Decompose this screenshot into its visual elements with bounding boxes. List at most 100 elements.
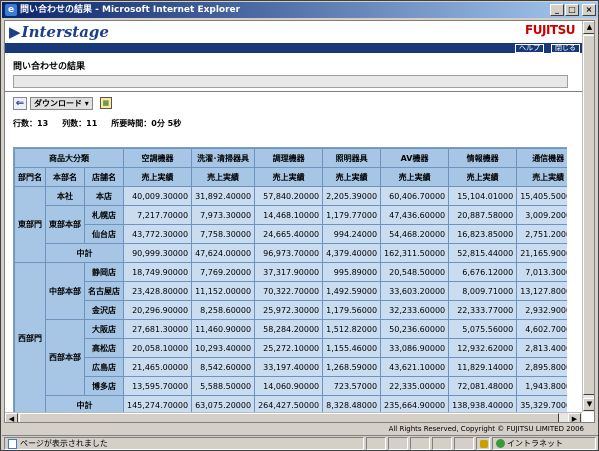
value-cell: 20,296.90000	[122, 300, 193, 320]
table-row[interactable]: 東部本部 札幌店 7,217.70000 7,973.30000 14,468.1000…	[15, 205, 567, 244]
table-row[interactable]: 西部門 中部本部 静岡店 18,749.90000 7,769.20000 37,317.…	[14, 262, 567, 413]
table-row[interactable]: 東部門 本社 本店 40,009.30000 31,892.40000 57,840.20…	[14, 186, 567, 263]
ie-icon: e	[5, 4, 17, 16]
minimize-button[interactable]: _	[550, 4, 564, 16]
column-header: 照明器具	[322, 148, 382, 168]
value-cell: 7,973.30000	[191, 205, 256, 225]
scroll-right-icon[interactable]: ▶	[568, 413, 581, 422]
fujitsu-logo: FUJITSU	[525, 23, 575, 37]
copyright-text: All Rights Reserved, Copyright © FUJITSU…	[388, 425, 584, 433]
value-cell: 13,595.70000	[122, 376, 193, 396]
value-cell: 57,840.20000	[254, 186, 324, 206]
page-content: ▶Interstage FUJITSU ヘルプ 閉じる 問い合わせの結果 ⇐ ダ…	[4, 20, 595, 423]
value-cell: 162,311.50000	[380, 243, 450, 263]
close-button[interactable]: 閉じる	[551, 44, 580, 53]
value-cell: 8,328.48000	[322, 395, 382, 413]
download-dropdown[interactable]: ダウンロード ▾	[30, 96, 93, 110]
window-controls: _ □ ×	[550, 4, 596, 16]
scroll-down-icon[interactable]: ▼	[583, 398, 594, 411]
close-window-button[interactable]: ×	[582, 4, 596, 16]
browser-window: e 問い合わせの結果 - Microsoft Internet Explorer…	[0, 0, 599, 451]
value-cell: 13,127.80000	[516, 281, 567, 301]
maximize-button[interactable]: □	[565, 4, 579, 16]
status-message: ページが表示されました	[20, 439, 108, 448]
value-cell: 43,772.30000	[122, 224, 193, 244]
store-cell: 高松店	[84, 338, 124, 358]
value-cell: 21,465.00000	[122, 357, 193, 377]
value-cell: 37,317.90000	[254, 262, 324, 282]
scroll-left-icon[interactable]: ◀	[5, 413, 18, 422]
status-bar: ページが表示されました イントラネット	[2, 435, 598, 450]
store-cell: 大阪店	[84, 319, 124, 339]
value-cell: 40,009.30000	[122, 186, 193, 206]
value-cell: 21,165.90000	[516, 243, 567, 263]
value-cell: 7,217.70000	[122, 205, 193, 225]
table-row[interactable]: 仙台店 43,772.30000 7,758.30000 24,665.40000 99…	[15, 224, 567, 244]
value-cell: 32,233.60000	[380, 300, 450, 320]
table-row[interactable]: 博多店 13,595.70000 5,588.50000 14,060.90000 72…	[15, 376, 567, 396]
result-toolbar: ⇐ ダウンロード ▾ ▦	[13, 96, 112, 110]
dept-cell: 東部門	[14, 186, 46, 263]
vertical-scroll-thumb[interactable]	[583, 35, 594, 395]
value-cell: 31,892.40000	[191, 186, 256, 206]
value-cell: 1,492.59000	[322, 281, 382, 301]
hq-cell: 東部本部	[45, 205, 85, 244]
table-row[interactable]: 西部本部 大阪店 27,681.30000 11,460.90000 58,284.20…	[15, 319, 567, 396]
help-button[interactable]: ヘルプ	[515, 44, 544, 53]
value-cell: 145,274.70000	[122, 395, 193, 413]
scroll-up-icon[interactable]: ▲	[583, 21, 594, 34]
table-row[interactable]: 中計 90,999.30000 47,624.00000 96,973.70000 4,…	[15, 243, 567, 263]
value-cell: 72,081.48000	[448, 376, 518, 396]
value-cell: 33,197.40000	[254, 357, 324, 377]
vertical-scrollbar[interactable]: ▲ ▼	[582, 21, 594, 412]
elapsed-time: 所要時間：0分 5秒	[111, 119, 182, 128]
intranet-icon	[496, 439, 505, 448]
value-cell: 1,268.59000	[322, 357, 382, 377]
table-row[interactable]: 広島店 21,465.00000 8,542.60000 33,197.40000 1,…	[15, 357, 567, 377]
value-cell: 1,943.80000	[516, 376, 567, 396]
table-row[interactable]: 金沢店 20,296.90000 8,258.60000 25,972.30000 1,…	[15, 300, 567, 320]
value-cell: 138,938.40000	[448, 395, 518, 413]
value-cell: 14,060.90000	[254, 376, 324, 396]
value-cell: 7,758.30000	[191, 224, 256, 244]
hq-cell: 西部本部	[45, 319, 85, 396]
measure-header: 売上実績	[322, 167, 382, 187]
value-cell: 11,152.00000	[191, 281, 256, 301]
hq-cell: 中部本部	[45, 262, 85, 320]
spreadsheet-icon[interactable]: ▦	[99, 97, 112, 109]
table-row[interactable]: 中計 145,274.70000 63,075.20000 264,427.50000…	[15, 395, 567, 413]
store-cell: 仙台店	[84, 224, 124, 244]
value-cell: 22,333.77000	[448, 300, 518, 320]
value-cell: 27,681.30000	[122, 319, 193, 339]
interstage-logo-mark-icon: ▶	[9, 23, 21, 41]
value-cell: 22,335.00000	[380, 376, 450, 396]
progress-bar	[13, 75, 568, 88]
subtotal-label: 中計	[45, 243, 124, 263]
status-pane-5	[454, 437, 474, 450]
hq-cell: 本社	[45, 186, 85, 206]
column-count: 列数：11	[62, 119, 98, 128]
value-cell: 60,406.70000	[380, 186, 450, 206]
column-header: 調理機器	[254, 148, 324, 168]
value-cell: 4,602.70000	[516, 319, 567, 339]
store-cell: 本店	[84, 186, 124, 206]
horizontal-scrollbar[interactable]: ◀ ▶	[5, 412, 582, 422]
row-dimension-header: 店舗名	[84, 167, 124, 187]
value-cell: 47,624.00000	[191, 243, 256, 263]
row-count: 行数：13	[13, 119, 49, 128]
back-icon[interactable]: ⇐	[13, 96, 27, 110]
value-cell: 33,086.90000	[380, 338, 450, 358]
value-cell: 5,588.50000	[191, 376, 256, 396]
value-cell: 33,603.20000	[380, 281, 450, 301]
column-header: 通信機器	[516, 148, 567, 168]
horizontal-scroll-thumb[interactable]	[19, 413, 559, 422]
column-header: AV機器	[380, 148, 450, 168]
window-titlebar[interactable]: e 問い合わせの結果 - Microsoft Internet Explorer…	[2, 2, 598, 18]
value-cell: 47,436.60000	[380, 205, 450, 225]
result-table-container[interactable]: 商品大分類 空調機器 洗濯･清掃器具 調理機器 照明器具 AV機器 情報機器 通信機器 部門名本…	[13, 147, 567, 413]
store-cell: 札幌店	[84, 205, 124, 225]
measure-header: 売上実績	[191, 167, 256, 187]
store-cell: 静岡店	[84, 262, 124, 282]
table-row[interactable]: 名古屋店 23,428.80000 11,152.00000 70,322.70000…	[15, 281, 567, 301]
table-row[interactable]: 高松店 20,058.10000 10,293.40000 25,272.10000 1…	[15, 338, 567, 358]
